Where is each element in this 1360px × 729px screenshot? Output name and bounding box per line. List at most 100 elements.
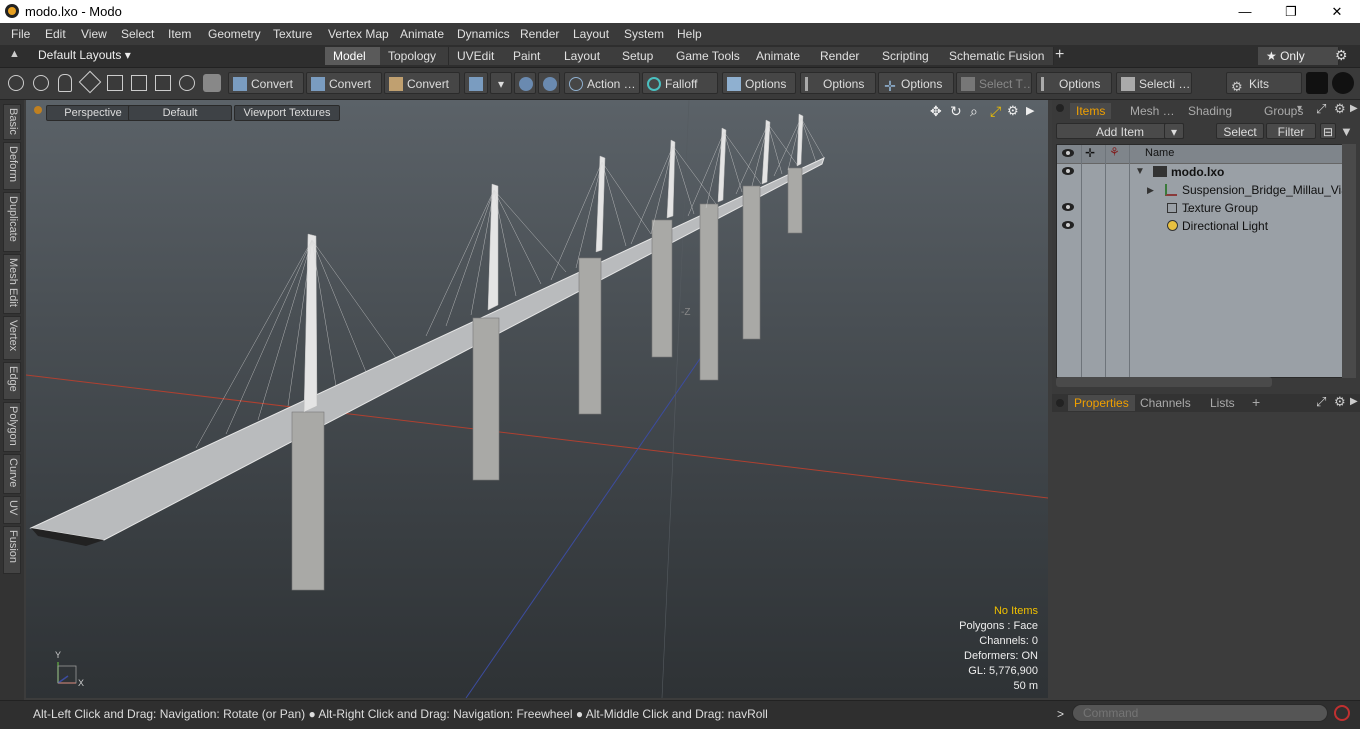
vtab-uv[interactable]: UV	[3, 496, 21, 524]
tab-lists[interactable]: Lists	[1204, 395, 1241, 411]
tab-topology[interactable]: Topology	[380, 47, 449, 65]
list-item[interactable]: Directional Light	[1057, 217, 1343, 235]
maximize-button[interactable]: ❐	[1268, 0, 1314, 23]
tab-layout[interactable]: Layout	[556, 47, 617, 65]
menu-item[interactable]: Item	[168, 27, 191, 41]
collapse-icon[interactable]: ⊟	[1320, 123, 1336, 139]
menu-animate[interactable]: Animate	[400, 27, 444, 41]
item-list-scrollbar[interactable]	[1342, 144, 1356, 378]
tab-render[interactable]: Render	[812, 47, 875, 65]
menu-dynamics[interactable]: Dynamics	[457, 27, 510, 41]
menu-system[interactable]: System	[624, 27, 664, 41]
tab-shading[interactable]: Shading	[1182, 103, 1238, 119]
add-tab-button[interactable]: +	[1252, 394, 1260, 410]
menu-help[interactable]: Help	[677, 27, 702, 41]
expand-icon[interactable]: ⤢	[1316, 101, 1326, 117]
zoom-icon[interactable]: ⌕	[970, 103, 978, 120]
visibility-eye-icon[interactable]	[1062, 203, 1074, 211]
menu-geometry[interactable]: Geometry	[208, 27, 261, 41]
vtab-curve[interactable]: Curve	[3, 454, 21, 494]
funnel-icon[interactable]: ▼	[1340, 124, 1353, 139]
menu-file[interactable]: File	[11, 27, 30, 41]
vtab-mesh-edit[interactable]: Mesh Edit	[3, 254, 21, 314]
vtab-edge[interactable]: Edge	[3, 362, 21, 400]
pan-icon[interactable]: ✥	[930, 103, 942, 120]
command-input[interactable]	[1072, 704, 1328, 722]
tab-setup[interactable]: Setup	[614, 47, 671, 65]
vertex-select-icon[interactable]	[8, 75, 24, 91]
minimize-button[interactable]: —	[1222, 0, 1268, 23]
menu-edit[interactable]: Edit	[45, 27, 66, 41]
panel-gear-icon[interactable]: ⚙	[1334, 394, 1346, 410]
tab-model[interactable]: Model	[325, 47, 388, 65]
snap-button[interactable]	[538, 72, 560, 94]
convert-button-3[interactable]: Convert	[384, 72, 460, 94]
vtab-fusion[interactable]: Fusion	[3, 526, 21, 574]
play-arrow-icon[interactable]: ▶	[1026, 104, 1034, 117]
tab-uvedit[interactable]: UVEdit	[449, 47, 512, 65]
menu-view[interactable]: View	[81, 27, 107, 41]
list-item[interactable]: ▶ Suspension_Bridge_Millau_Via …	[1057, 181, 1348, 215]
options-button-2[interactable]: Options	[800, 72, 876, 94]
shading-style-dropdown[interactable]: Default	[128, 105, 232, 121]
pin-icon[interactable]	[58, 74, 72, 92]
dropdown-arrow-icon[interactable]: ▾	[490, 72, 512, 94]
viewport-textures-dropdown[interactable]: Viewport Textures	[234, 105, 340, 121]
tab-scripting[interactable]: Scripting	[874, 47, 947, 65]
close-button[interactable]: ✕	[1314, 0, 1360, 23]
item-select-icon[interactable]	[155, 75, 171, 91]
filter-button[interactable]: Filter	[1266, 123, 1316, 139]
vtab-vertex[interactable]: Vertex	[3, 316, 21, 360]
menu-texture[interactable]: Texture	[273, 27, 312, 41]
viewport-gear-icon[interactable]: ⚙	[1007, 103, 1019, 119]
tab-game-tools[interactable]: Game Tools	[668, 47, 751, 65]
expand-icon[interactable]: ⤢	[1316, 394, 1326, 410]
list-item[interactable]: ▼ modo.lxo	[1057, 163, 1343, 181]
panel-arrow-icon[interactable]: ▶	[1350, 396, 1358, 407]
only-toggle[interactable]: ★ Only	[1258, 47, 1339, 65]
cube-icon[interactable]	[203, 74, 221, 92]
material-select-icon[interactable]	[179, 75, 195, 91]
tab-properties[interactable]: Properties	[1068, 395, 1135, 411]
visibility-eye-icon[interactable]	[1062, 167, 1074, 175]
list-item[interactable]: Texture Group	[1057, 199, 1343, 217]
selection-sets-button[interactable]: Selecti …	[1116, 72, 1192, 94]
select-through-button[interactable]: Select T…	[956, 72, 1032, 94]
panel-gear-icon[interactable]: ⚙	[1334, 101, 1346, 117]
add-item-dropdown-icon[interactable]: ▾	[1164, 123, 1184, 139]
expand-arrow-icon[interactable]: ▼	[1135, 163, 1145, 181]
convert-button-2[interactable]: Convert	[306, 72, 382, 94]
box-tool-button[interactable]	[464, 72, 488, 94]
3d-viewport[interactable]: Perspective Default Viewport Textures ✥ …	[26, 100, 1048, 698]
collapse-arrow-icon[interactable]: ▲	[9, 48, 20, 60]
viewport-options-icon[interactable]	[34, 106, 42, 114]
tab-channels[interactable]: Channels	[1134, 395, 1197, 411]
options-button-4[interactable]: Options	[1036, 72, 1112, 94]
tab-items[interactable]: Items	[1070, 103, 1112, 119]
add-layout-button[interactable]: +	[1055, 46, 1064, 64]
view-type-dropdown[interactable]: Perspective	[46, 105, 140, 121]
fit-view-icon[interactable]: ⤢	[990, 103, 1001, 120]
tab-paint[interactable]: Paint	[505, 47, 562, 65]
tabs-dropdown-icon[interactable]: ▾	[1297, 103, 1302, 114]
globe-icon[interactable]	[33, 75, 49, 91]
visibility-eye-icon[interactable]	[1062, 221, 1074, 229]
panel-arrow-icon[interactable]: ▶	[1350, 103, 1358, 114]
record-macro-icon[interactable]	[1334, 705, 1350, 721]
convert-button-1[interactable]: Convert	[228, 72, 304, 94]
unity-icon[interactable]	[1306, 72, 1328, 94]
unreal-icon[interactable]	[1332, 72, 1354, 94]
vtab-duplicate[interactable]: Duplicate	[3, 192, 21, 252]
tab-schematic-fusion[interactable]: Schematic Fusion	[941, 47, 1054, 65]
select-button[interactable]: Select	[1216, 123, 1264, 139]
polygon-select-icon[interactable]	[131, 75, 147, 91]
options-button-1[interactable]: Options	[722, 72, 796, 94]
tab-animate[interactable]: Animate	[748, 47, 819, 65]
menu-layout[interactable]: Layout	[573, 27, 609, 41]
transform-icon[interactable]	[78, 70, 102, 94]
tab-mesh[interactable]: Mesh …	[1124, 103, 1181, 119]
expand-arrow-icon[interactable]: ▶	[1147, 181, 1154, 199]
rotate-icon[interactable]: ↻	[950, 103, 962, 120]
menu-render[interactable]: Render	[520, 27, 559, 41]
layout-selector[interactable]: Default Layouts ▾	[38, 48, 131, 62]
